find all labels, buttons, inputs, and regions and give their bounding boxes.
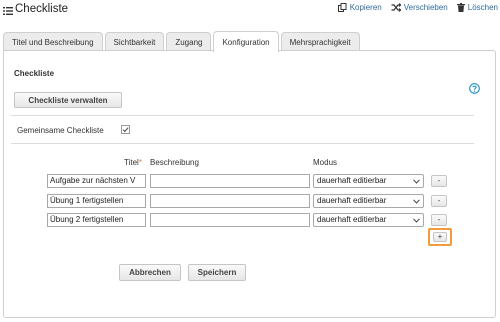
trash-icon [456, 3, 465, 12]
item-description-input[interactable] [150, 174, 310, 188]
tab-bar: Titel und Beschreibung Sichtbarkeit Zuga… [3, 31, 362, 52]
item-mode-value: dauerhaft editierbar [317, 215, 387, 224]
remove-item-button[interactable]: - [431, 195, 447, 207]
title-column-header: Titel* [124, 158, 142, 167]
description-column-header: Beschreibung [150, 158, 199, 167]
chevron-down-icon [413, 179, 420, 184]
tab-multilingual[interactable]: Mehrsprachigkeit [280, 32, 360, 51]
title-header-label: Titel [124, 158, 139, 167]
divider [11, 143, 474, 144]
add-item-highlight: + [428, 228, 452, 246]
manage-checklist-button[interactable]: Checkliste verwalten [14, 92, 122, 108]
remove-item-button[interactable]: - [431, 214, 447, 226]
item-description-input[interactable] [150, 213, 310, 227]
move-button[interactable]: Verschieben [391, 3, 448, 12]
item-mode-select[interactable]: dauerhaft editierbar [313, 194, 424, 208]
item-mode-value: dauerhaft editierbar [317, 196, 387, 205]
add-item-button[interactable]: + [433, 232, 447, 242]
tab-visibility[interactable]: Sichtbarkeit [104, 32, 165, 51]
help-icon[interactable] [469, 83, 480, 94]
list-icon [3, 7, 13, 15]
section-title: Checkliste [14, 69, 55, 78]
header-actions: Kopieren Verschieben Löschen [337, 3, 498, 12]
copy-button[interactable]: Kopieren [337, 3, 382, 12]
item-title-input[interactable]: Übung 1 fertigstellen [47, 194, 146, 208]
delete-label: Löschen [467, 3, 498, 12]
tab-configuration[interactable]: Konfiguration [213, 31, 279, 52]
item-mode-select[interactable]: dauerhaft editierbar [313, 213, 424, 227]
item-title-input[interactable]: Aufgabe zur nächsten V [47, 174, 146, 188]
item-description-input[interactable] [150, 194, 310, 208]
mode-column-header: Modus [313, 158, 338, 167]
remove-item-button[interactable]: - [431, 175, 447, 187]
chevron-down-icon [413, 199, 420, 204]
shared-checklist-label: Gemeinsame Checkliste [17, 126, 104, 135]
move-icon [391, 3, 401, 12]
copy-icon [337, 3, 347, 12]
chevron-down-icon [413, 218, 420, 223]
shared-checklist-checkbox[interactable] [121, 125, 130, 134]
cancel-button[interactable]: Abbrechen [119, 264, 181, 281]
item-mode-select[interactable]: dauerhaft editierbar [313, 174, 424, 188]
item-title-input[interactable]: Übung 2 fertigstellen [47, 213, 146, 227]
tab-title-description[interactable]: Titel und Beschreibung [3, 32, 103, 51]
item-mode-value: dauerhaft editierbar [317, 176, 387, 185]
save-button[interactable]: Speichern [188, 264, 246, 281]
tab-access[interactable]: Zugang [166, 32, 212, 51]
divider [11, 115, 474, 116]
required-marker: * [138, 158, 142, 167]
page-title: Checkliste [15, 3, 69, 15]
header: Checkliste Kopieren Verschieben Löschen [0, 0, 500, 24]
delete-button[interactable]: Löschen [456, 3, 498, 12]
move-label: Verschieben [403, 3, 448, 12]
copy-label: Kopieren [349, 3, 382, 12]
